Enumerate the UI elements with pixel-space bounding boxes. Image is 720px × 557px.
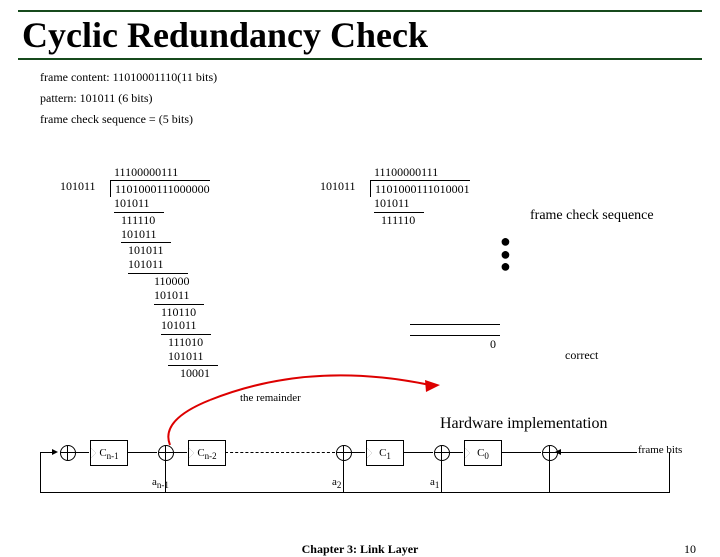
frame-check-sequence-label: frame check sequence	[530, 208, 654, 224]
left-step: 101011	[110, 289, 218, 303]
left-step: 101011	[110, 319, 218, 333]
correct-label: correct	[565, 348, 598, 363]
right-dividend: 1101000111010001	[370, 180, 470, 197]
slide-title: Cyclic Redundancy Check	[18, 14, 702, 56]
left-step: 110110	[110, 306, 218, 320]
footer-page: 10	[684, 542, 696, 557]
left-remainder: 10001	[110, 367, 218, 381]
footer-chapter: Chapter 3: Link Layer	[302, 542, 419, 557]
frame-bits-label: frame bits	[638, 444, 682, 456]
flipflop-cn2: Cn-2	[188, 440, 226, 466]
ellipsis-dots: ●●●	[500, 235, 511, 273]
flipflop-c1: C1	[366, 440, 404, 466]
xor-icon	[158, 445, 174, 461]
left-step: 101011	[110, 244, 218, 258]
left-dividend: 1101000111000000	[110, 180, 210, 197]
pattern-line: pattern: 101011 (6 bits)	[40, 91, 720, 106]
coef-a2: a2	[332, 476, 341, 490]
left-division: 11100000111 101011 1101000111000000 1010…	[110, 165, 218, 381]
left-step: 101011	[110, 197, 218, 211]
xor-icon	[60, 445, 76, 461]
hardware-diagram: Cn-1 Cn-2 C1 C0 frame bits an-1 a2 a1	[30, 440, 690, 510]
coef-a1: a1	[430, 476, 439, 490]
right-division: 11100000111 101011 1101000111010001 1010…	[370, 165, 478, 228]
xor-icon	[434, 445, 450, 461]
left-step: 111110	[110, 214, 218, 228]
left-divisor: 101011	[60, 179, 96, 194]
coef-an1: an-1	[152, 476, 169, 490]
left-step: 110000	[110, 275, 218, 289]
flipflop-c0: C0	[464, 440, 502, 466]
info-block: frame content: 11010001110(11 bits) patt…	[40, 70, 720, 127]
left-quotient: 11100000111	[110, 165, 218, 180]
xor-icon	[336, 445, 352, 461]
left-step: 101011	[110, 258, 218, 272]
frame-content-line: frame content: 11010001110(11 bits)	[40, 70, 720, 85]
fcs-line: frame check sequence = (5 bits)	[40, 112, 720, 127]
remainder-label: the remainder	[240, 392, 301, 404]
left-step: 101011	[110, 228, 218, 242]
right-divisor: 101011	[320, 179, 356, 194]
title-bar: Cyclic Redundancy Check	[18, 10, 702, 60]
red-arrow-icon	[160, 370, 450, 450]
right-step: 101011	[370, 197, 478, 211]
flipflop-cn1: Cn-1	[90, 440, 128, 466]
right-step: 111110	[370, 214, 478, 228]
right-final: 0	[410, 337, 500, 352]
hardware-impl-label: Hardware implementation	[440, 415, 608, 433]
left-step: 111010	[110, 336, 218, 350]
right-quotient: 11100000111	[370, 165, 478, 180]
left-step: 101011	[110, 350, 218, 364]
